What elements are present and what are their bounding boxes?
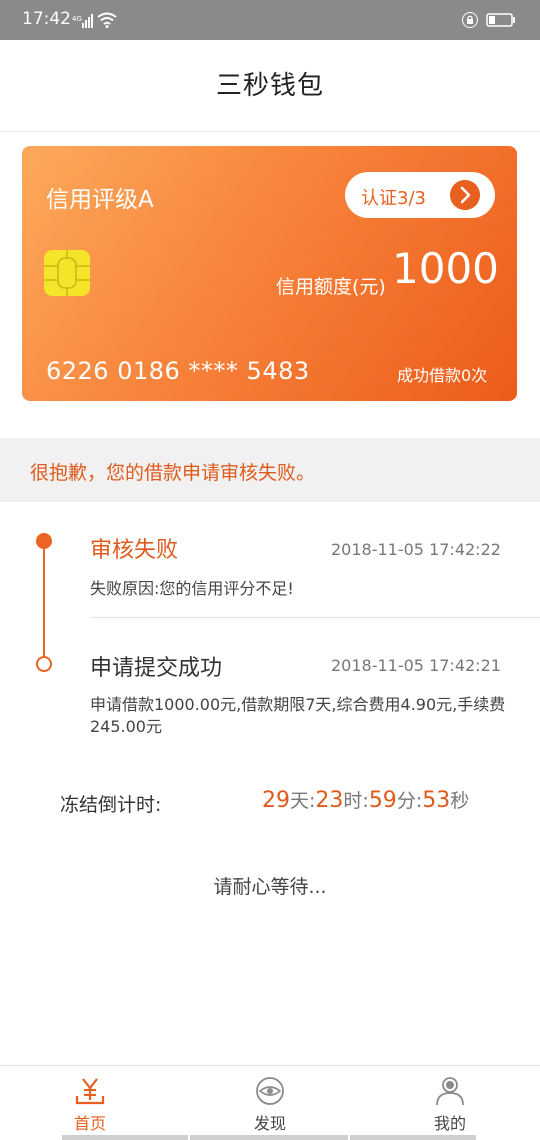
verify-button[interactable]: 认证3/3 (345, 172, 495, 218)
failure-notice: 很抱歉，您的借款申请审核失败。 (0, 438, 540, 502)
countdown-label: 冻结倒计时: (60, 794, 162, 816)
tab-bar: 首页 发现 我的 (0, 1065, 540, 1140)
timeline-dot-filled (36, 533, 52, 549)
battery-icon (486, 13, 515, 27)
credit-limit-value: 1000 (392, 244, 499, 293)
card-chip-icon (44, 250, 90, 296)
timeline-line (43, 542, 45, 662)
svg-text:4G: 4G (72, 15, 82, 23)
countdown-timer: 29天:23时:59分:53秒 (262, 786, 469, 813)
page-title: 三秒钱包 (0, 40, 540, 132)
waiting-text: 请耐心等待... (213, 876, 327, 898)
countdown-days-unit: 天: (290, 790, 316, 812)
yen-icon (75, 1078, 105, 1105)
tab-discover[interactable]: 发现 (180, 1066, 360, 1140)
tab-home[interactable]: 首页 (0, 1066, 180, 1140)
verify-button-label: 认证3/3 (361, 188, 426, 209)
user-icon (436, 1077, 464, 1106)
step-title-submitted: 申请提交成功 (90, 656, 223, 681)
home-indicator-left (62, 1135, 188, 1140)
timeline-divider (90, 617, 540, 618)
chevron-right-icon (450, 180, 480, 210)
discover-icon (256, 1077, 284, 1105)
countdown-seconds: 53 (422, 788, 451, 813)
loan-count: 成功借款0次 (397, 366, 488, 385)
countdown-days: 29 (262, 788, 290, 813)
countdown-hours: 23 (315, 788, 344, 813)
step-time-submitted: 2018-11-05 17:42:21 (331, 656, 501, 675)
countdown-minutes: 59 (368, 788, 397, 813)
credit-limit-label: 信用额度(元) (276, 276, 386, 298)
credit-card: 信用评级A 认证3/3 信用额度(元) 1000 6226 0186 **** … (22, 146, 517, 401)
tab-mine-label: 我的 (433, 1114, 466, 1133)
status-bar: 17:42 4G (0, 0, 540, 40)
home-indicator-center (190, 1135, 348, 1140)
signal-icon: 4G (72, 14, 93, 28)
countdown-hours-unit: 时: (343, 790, 369, 812)
credit-level: 信用评级A (46, 187, 154, 213)
step-time-rejected: 2018-11-05 17:42:22 (331, 540, 501, 559)
step-title-rejected: 审核失败 (90, 538, 179, 563)
card-number: 6226 0186 **** 5483 (46, 357, 310, 385)
tab-home-label: 首页 (73, 1114, 106, 1133)
timeline-dot-hollow (36, 656, 52, 672)
countdown-minutes-unit: 分: (396, 790, 423, 812)
step-desc-rejected: 失败原因:您的信用评分不足! (90, 579, 294, 598)
tab-mine[interactable]: 我的 (360, 1066, 540, 1140)
wifi-icon (97, 12, 117, 28)
step-desc-submitted: 申请借款1000.00元,借款期限7天,综合费用4.90元,手续费245.00元 (90, 695, 506, 736)
home-indicator-right (350, 1135, 476, 1140)
countdown-seconds-unit: 秒 (450, 790, 470, 812)
lock-icon (462, 12, 478, 28)
failure-notice-text: 很抱歉，您的借款申请审核失败。 (30, 462, 316, 484)
tab-discover-label: 发现 (253, 1114, 286, 1133)
status-time: 17:42 (22, 9, 71, 29)
